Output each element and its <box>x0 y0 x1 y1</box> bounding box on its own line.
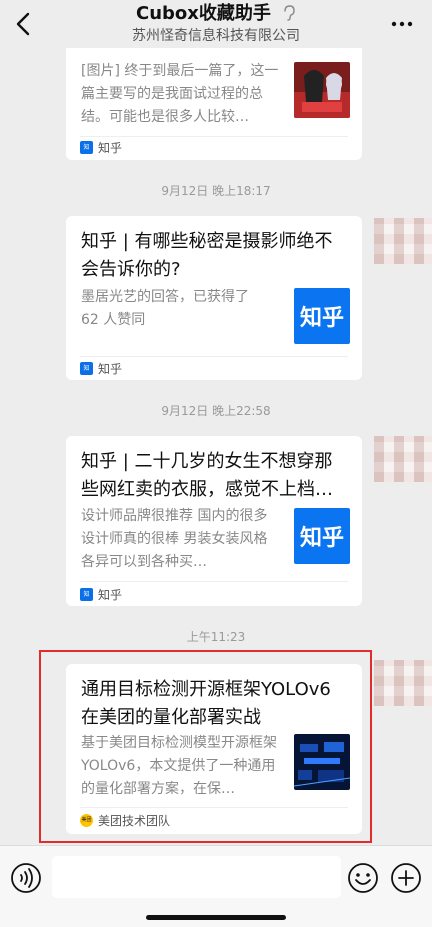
message-card[interactable]: [图片] 终于到最后一篇了，这一篇主要写的是我面试过程的总结。可能也是很多人比较… <box>66 32 362 160</box>
voice-button[interactable] <box>10 862 42 894</box>
card-divider <box>80 136 348 137</box>
ear-icon <box>284 5 295 21</box>
chat-header: Cubox收藏助手 苏州怪奇信息科技有限公司 <box>0 0 432 48</box>
plus-icon <box>391 863 421 893</box>
zhihu-logo-icon: 知 <box>80 140 93 154</box>
zhihu-logo-icon: 知 <box>80 361 93 375</box>
anime-figure-image <box>294 62 350 118</box>
zhihu-logo-icon: 知 <box>80 587 93 601</box>
card-description: [图片] 终于到最后一篇了，这一篇主要写的是我面试过程的总结。可能也是很多人比较… <box>81 63 279 125</box>
card-divider <box>80 581 348 582</box>
more-functions-button[interactable] <box>390 862 422 894</box>
zhihu-logo-icon: 知乎 <box>294 508 350 564</box>
page-subtitle: 苏州怪奇信息科技有限公司 <box>132 28 300 44</box>
zhihu-logo-icon: 知乎 <box>294 288 350 344</box>
emoji-button[interactable] <box>347 862 379 894</box>
card-source: 知 知乎 <box>80 585 122 603</box>
chevron-left-icon <box>16 12 30 36</box>
emoji-icon <box>348 863 378 893</box>
source-name: 知乎 <box>98 140 123 155</box>
chat-area: [图片] 终于到最后一篇了，这一篇主要写的是我面试过程的总结。可能也是很多人比较… <box>0 0 432 845</box>
input-bar <box>0 845 432 927</box>
card-source: 知 知乎 <box>80 359 122 377</box>
timestamp: 9月12日 晚上22:58 <box>161 404 271 418</box>
message-card[interactable]: 知乎 | 有哪些秘密是摄影师绝不会告诉你的? 墨居光艺的回答，已获得了 62 人… <box>66 216 362 380</box>
card-description: 墨居光艺的回答，已获得了 62 人赞同 <box>81 289 249 328</box>
back-button[interactable] <box>12 10 36 38</box>
card-title: 知乎 | 二十几岁的女生不想穿那些网红卖的衣服，感觉不上档… <box>81 451 333 500</box>
highlight-box <box>39 650 372 843</box>
source-name: 知乎 <box>98 587 123 602</box>
home-indicator <box>146 915 286 920</box>
message-input[interactable] <box>52 856 341 898</box>
card-source: 知 知乎 <box>80 138 122 156</box>
card-divider <box>80 356 348 357</box>
timestamp: 上午11:23 <box>186 630 246 644</box>
more-button[interactable] <box>390 14 414 34</box>
card-description: 设计师品牌很推荐 国内的很多设计师真的很棒 男装女装风格各异可以到各种买… <box>81 508 268 570</box>
source-name: 知乎 <box>98 361 123 376</box>
chat-title-area[interactable]: Cubox收藏助手 苏州怪奇信息科技有限公司 <box>80 2 352 46</box>
card-title: 知乎 | 有哪些秘密是摄影师绝不会告诉你的? <box>81 231 333 280</box>
timestamp: 9月12日 晚上18:17 <box>161 184 271 198</box>
message-card[interactable]: 知乎 | 二十几岁的女生不想穿那些网红卖的衣服，感觉不上档… 设计师品牌很推荐 … <box>66 436 362 606</box>
more-dots-icon <box>391 21 413 27</box>
avatar[interactable] <box>374 660 432 706</box>
voice-icon <box>11 863 41 893</box>
avatar[interactable] <box>374 436 432 482</box>
avatar[interactable] <box>374 218 432 264</box>
page-title: Cubox收藏助手 <box>136 3 271 24</box>
